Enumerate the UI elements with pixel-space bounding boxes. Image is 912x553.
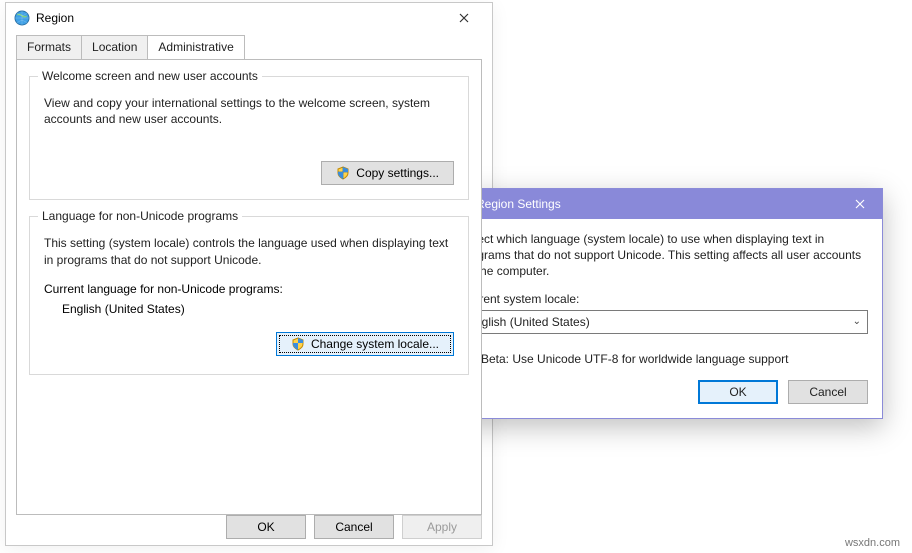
settings-body: Select which language (system locale) to… (446, 219, 882, 416)
non-unicode-group: Language for non-Unicode programs This s… (29, 216, 469, 374)
region-close-button[interactable] (444, 6, 484, 30)
settings-locale-label: Current system locale: (460, 292, 868, 306)
region-ok-button[interactable]: OK (226, 515, 306, 539)
tab-administrative[interactable]: Administrative (147, 35, 244, 59)
shield-icon (336, 166, 350, 180)
settings-dialog-buttons: OK Cancel (460, 380, 868, 404)
administrative-panel: Welcome screen and new user accounts Vie… (16, 59, 482, 515)
region-cancel-button[interactable]: Cancel (314, 515, 394, 539)
shield-icon (291, 337, 305, 351)
non-unicode-desc: This setting (system locale) controls th… (44, 235, 454, 267)
settings-title: Region Settings (476, 197, 561, 211)
welcome-screen-group-title: Welcome screen and new user accounts (38, 69, 262, 83)
change-system-locale-button[interactable]: Change system locale... (276, 332, 454, 356)
region-dialog-buttons: OK Cancel Apply (226, 515, 482, 539)
copy-settings-label: Copy settings... (356, 166, 439, 180)
region-apply-button: Apply (402, 515, 482, 539)
system-locale-value: English (United States) (467, 315, 590, 329)
source-tag: wsxdn.com (845, 537, 900, 549)
system-locale-dropdown[interactable]: English (United States) ⌄ (460, 310, 868, 334)
settings-close-button[interactable] (838, 189, 882, 219)
region-title: Region (36, 11, 74, 25)
tab-location[interactable]: Location (81, 35, 148, 59)
current-language-value: English (United States) (62, 302, 454, 316)
close-icon (855, 199, 865, 209)
settings-cancel-button[interactable]: Cancel (788, 380, 868, 404)
settings-titlebar: Region Settings (446, 189, 882, 219)
welcome-screen-group: Welcome screen and new user accounts Vie… (29, 76, 469, 200)
current-language-label: Current language for non-Unicode program… (44, 282, 454, 296)
non-unicode-group-title: Language for non-Unicode programs (38, 209, 242, 223)
change-system-locale-label: Change system locale... (311, 337, 439, 351)
copy-settings-button[interactable]: Copy settings... (321, 161, 454, 185)
beta-utf8-row: Beta: Use Unicode UTF-8 for worldwide la… (460, 352, 868, 366)
region-titlebar: Region (6, 3, 492, 33)
region-settings-dialog: Region Settings Select which language (s… (445, 188, 883, 419)
chevron-down-icon: ⌄ (853, 316, 861, 327)
globe-icon (14, 10, 30, 26)
settings-desc: Select which language (system locale) to… (460, 231, 868, 280)
region-dialog: Region Formats Location Administrative W… (5, 2, 493, 546)
welcome-screen-desc: View and copy your international setting… (44, 95, 454, 127)
settings-ok-button[interactable]: OK (698, 380, 778, 404)
tab-formats[interactable]: Formats (16, 35, 82, 59)
region-tabs: Formats Location Administrative (6, 35, 492, 59)
beta-utf8-label: Beta: Use Unicode UTF-8 for worldwide la… (481, 352, 789, 366)
close-icon (459, 13, 469, 23)
